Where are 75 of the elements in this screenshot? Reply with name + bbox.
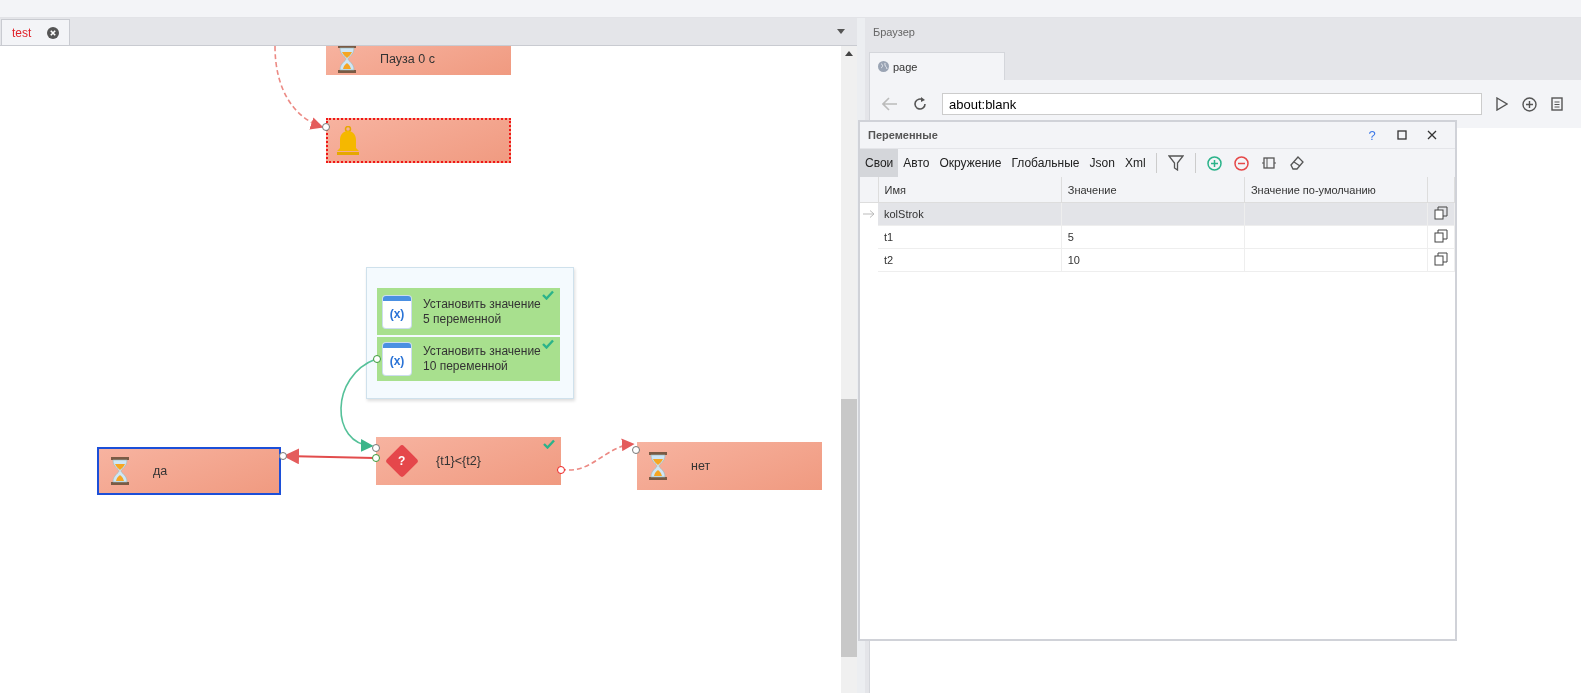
check-icon [543,439,555,449]
table-cell: kolStrok [878,202,1062,226]
check-icon [542,339,554,349]
question-icon: ? [385,444,419,478]
bell-icon [336,125,360,156]
help-button[interactable]: ? [1357,126,1387,144]
node-label: Установить значение 5 переменной [423,296,541,327]
globe-icon [878,61,889,72]
window-title: Переменные [868,129,939,141]
refresh-icon[interactable] [912,96,928,112]
node-label: Пауза 0 с [380,51,435,66]
current-row-arrow-icon [863,210,875,219]
copy-icon[interactable] [1434,252,1449,266]
dropdown-caret-icon[interactable] [837,29,845,34]
column-header[interactable]: Имя [878,177,1062,203]
copy-icon[interactable] [1434,229,1449,243]
column-header[interactable]: Значение по-умолчанию [1244,177,1428,203]
remove-icon[interactable] [1233,155,1249,171]
table-cell: 10 [1067,254,1080,266]
close-icon[interactable] [47,26,60,39]
node-label: да [153,464,168,478]
close-icon [1427,130,1437,140]
variable-row[interactable]: t1 5 [860,225,1455,249]
columns-icon[interactable] [1260,156,1277,170]
variables-tab[interactable]: Глобальные [1006,149,1085,177]
hourglass-icon [647,452,669,480]
port-dot[interactable] [279,452,287,460]
browser-tab[interactable]: page [869,52,1005,80]
table-cell: t1 [878,225,1062,249]
document-icon[interactable] [1551,97,1563,111]
filter-icon[interactable] [1167,155,1184,171]
hourglass-icon [336,46,358,73]
variable-row[interactable]: kolStrok [860,202,1455,226]
action-node[interactable]: нет [637,442,822,490]
eraser-icon[interactable] [1288,155,1305,171]
tab-label: page [893,60,918,73]
scrollbar-thumb[interactable] [841,399,857,657]
action-node[interactable]: Пауза 0 с [326,46,511,75]
port-dot[interactable] [372,454,380,462]
url-field[interactable]: about:blank [942,93,1482,115]
action-node[interactable] [326,118,511,163]
action-node[interactable]: ? {t1}<{t2} [376,437,561,485]
node-label: {t1}<{t2} [436,454,481,468]
port-dot[interactable] [372,444,380,452]
port-dot[interactable] [632,446,640,454]
table-cell: 5 [1067,231,1074,243]
play-icon[interactable] [1496,97,1508,111]
variable-icon: (x) [383,343,411,375]
action-node[interactable]: (x) Установить значение 5 переменной [377,288,560,335]
variables-tab[interactable]: Xml [1119,149,1151,177]
copy-icon[interactable] [1434,206,1449,220]
panel-title: Браузер [872,25,916,40]
check-icon [542,290,554,300]
variables-tab[interactable]: Свои [860,149,899,177]
variable-icon: (x) [383,295,411,328]
node-label: нет [691,459,711,473]
table-cell: t2 [878,248,1062,272]
add-icon[interactable] [1206,155,1222,171]
variable-row[interactable]: t2 10 [860,248,1455,272]
action-node[interactable]: (x) Установить значение 10 переменной [377,337,560,381]
add-circle-icon[interactable] [1522,96,1537,112]
tab-label: test [12,25,32,40]
column-header[interactable]: Значение [1061,177,1245,203]
scroll-up-icon[interactable] [845,51,853,56]
variables-tab[interactable]: Окружение [934,149,1007,177]
port-dot[interactable] [373,355,381,363]
maximize-icon [1397,130,1407,140]
variables-tab[interactable]: Json [1084,149,1120,177]
port-dot[interactable] [322,123,330,131]
variables-tab[interactable]: Авто [898,149,935,177]
node-label: Установить значение 10 переменной [423,344,541,374]
hourglass-icon [109,457,131,485]
port-dot[interactable] [557,466,565,474]
action-node[interactable]: да [97,447,281,495]
editor-tab[interactable]: test [1,19,71,45]
